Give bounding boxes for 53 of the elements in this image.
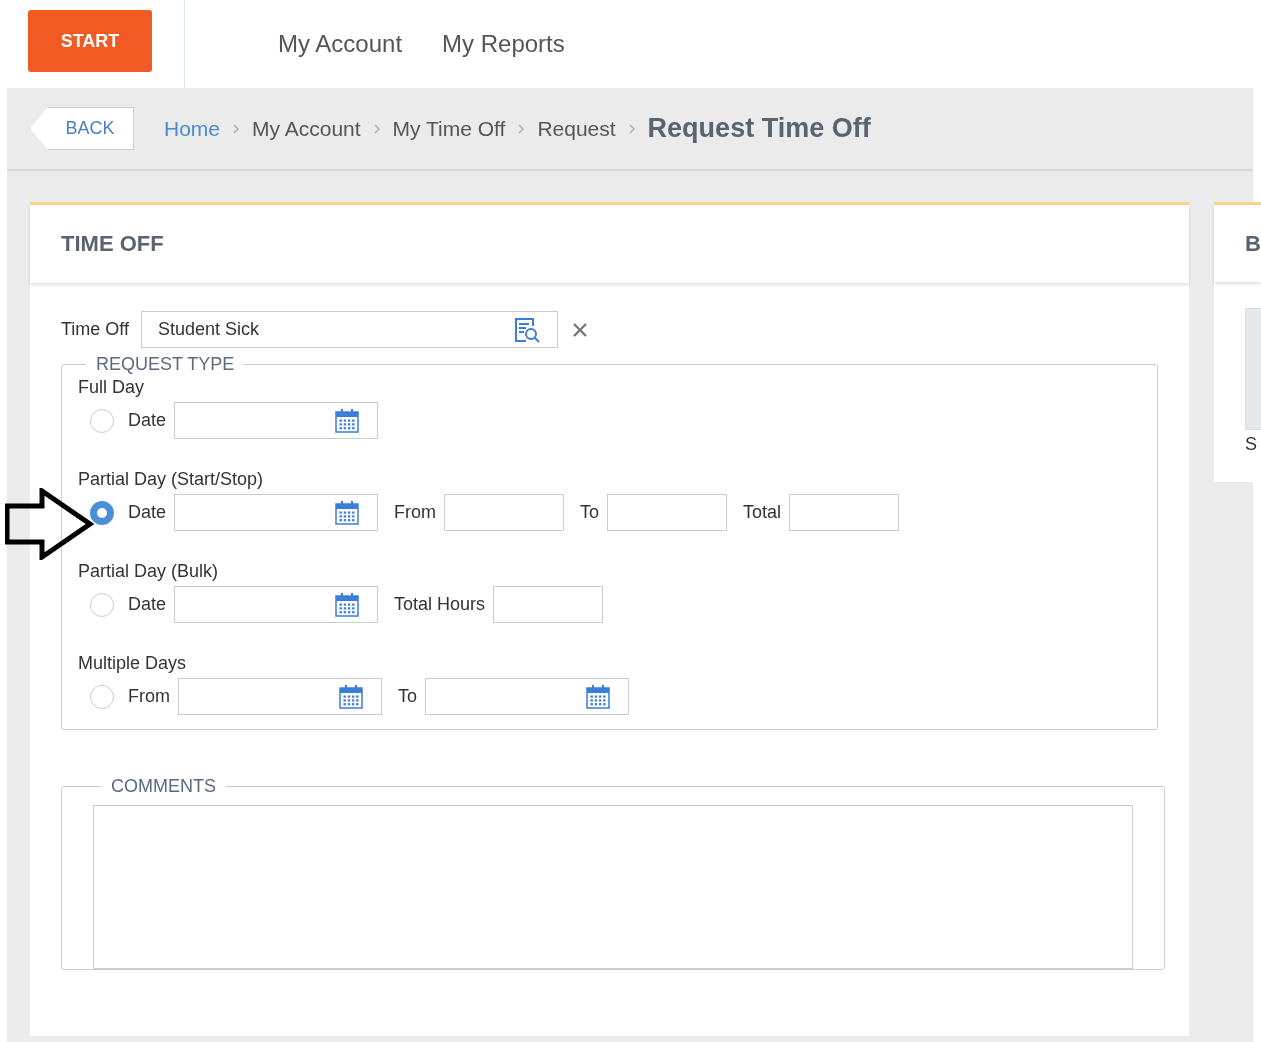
time-field[interactable]: [444, 494, 565, 531]
date-field[interactable]: [425, 678, 629, 715]
field-label: To: [580, 502, 600, 523]
chevron-icon: [627, 122, 636, 135]
field-label: Date: [128, 594, 167, 615]
chevron-icon: [372, 122, 381, 135]
field-label: Total Hours: [394, 594, 486, 615]
calendar-icon[interactable]: [339, 684, 363, 709]
radio-button[interactable]: [90, 408, 114, 433]
nav-link[interactable]: My Reports: [442, 30, 565, 58]
time-off-field[interactable]: Student Sick: [141, 311, 558, 348]
card-title: B: [1245, 230, 1261, 257]
nav-link[interactable]: My Account: [278, 30, 403, 58]
option-title: Partial Day (Bulk): [78, 561, 220, 582]
field-label: Total: [743, 502, 782, 523]
group-legend: REQUEST TYPE: [86, 354, 245, 375]
group-legend: COMMENTS: [101, 776, 226, 797]
lookup-icon[interactable]: [513, 315, 541, 344]
chevron-icon: [232, 122, 241, 135]
field-label: From: [394, 502, 437, 523]
date-field[interactable]: [174, 402, 379, 439]
radio-button[interactable]: [90, 684, 114, 709]
caption-text: S: [1245, 434, 1258, 455]
calendar-icon[interactable]: [586, 684, 610, 709]
field-label: From: [128, 686, 170, 707]
date-field[interactable]: [178, 678, 382, 715]
breadcrumb-link[interactable]: My Time Off: [392, 116, 506, 141]
field-label: Time Off: [61, 319, 129, 340]
page-title: Request Time Off: [647, 113, 871, 144]
card-title: TIME OFF: [61, 231, 164, 257]
radio-button[interactable]: [90, 500, 114, 525]
hours-field[interactable]: [493, 586, 604, 623]
hours-field[interactable]: [789, 494, 900, 531]
calendar-icon[interactable]: [335, 592, 360, 617]
comments-field[interactable]: [93, 805, 1133, 969]
breadcrumb-link[interactable]: Request: [537, 116, 616, 141]
option-title: Multiple Days: [78, 653, 188, 674]
radio-button[interactable]: [90, 592, 114, 617]
back-button[interactable]: BACK: [30, 107, 134, 150]
field-label: Date: [128, 502, 167, 523]
time-field[interactable]: [607, 494, 728, 531]
option-title: Partial Day (Start/Stop): [78, 469, 265, 490]
start-button[interactable]: START: [28, 10, 152, 72]
field-label: To: [398, 686, 417, 707]
clear-icon[interactable]: [572, 321, 588, 338]
calendar-icon[interactable]: [335, 408, 360, 433]
date-field[interactable]: [174, 494, 379, 531]
option-title: Full Day: [78, 377, 145, 398]
calendar-icon[interactable]: [335, 500, 360, 525]
field-label: Date: [128, 410, 167, 431]
date-field[interactable]: [174, 586, 379, 623]
breadcrumb-link[interactable]: My Account: [252, 116, 361, 141]
chevron-icon: [517, 122, 526, 135]
